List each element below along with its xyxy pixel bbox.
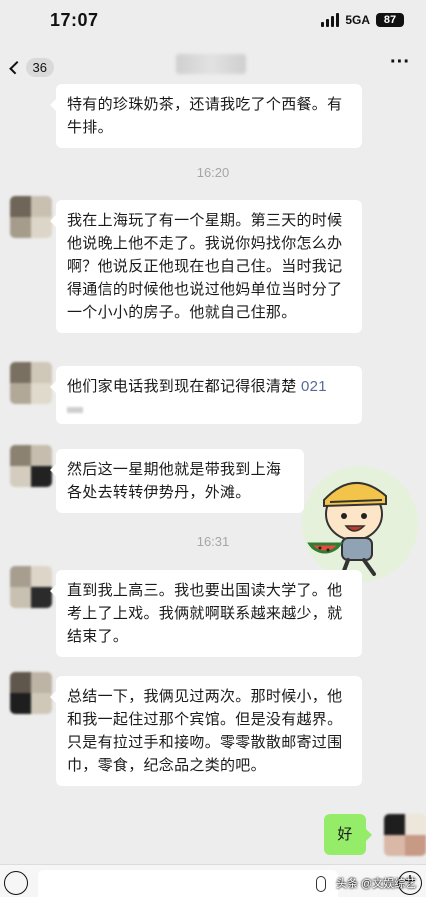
- my-avatar[interactable]: [384, 814, 426, 856]
- redacted-number: [67, 407, 83, 414]
- voice-toggle-icon[interactable]: [4, 871, 28, 895]
- contact-avatar[interactable]: [10, 445, 52, 487]
- microphone-icon[interactable]: [316, 876, 326, 892]
- status-time: 17:07: [50, 9, 99, 30]
- status-icons: 5GA 87: [321, 13, 404, 27]
- message-bubble[interactable]: 特有的珍珠奶茶，还请我吃了个西餐。有牛排。: [50, 84, 362, 148]
- message-bubble[interactable]: 总结一下，我俩见过两次。那时候小，他和我一起住过那个宾馆。但是没有越界。只是有拉…: [50, 676, 362, 786]
- message-bubble[interactable]: 他们家电话我到现在都记得很清楚 021: [50, 366, 362, 424]
- network-label: 5GA: [345, 13, 370, 27]
- chevron-left-icon: [9, 60, 23, 74]
- contact-avatar[interactable]: [10, 566, 52, 608]
- watermark: 头条 @文娱综艺: [336, 878, 417, 890]
- battery-icon: 87: [376, 13, 404, 27]
- back-button[interactable]: 36: [6, 54, 54, 80]
- more-options-button[interactable]: ···: [386, 52, 414, 74]
- message-bubble[interactable]: 我在上海玩了有一个星期。第三天的时候他说晚上他不走了。我说你妈找你怎么办啊？他说…: [50, 200, 362, 333]
- outgoing-message-bubble[interactable]: 好: [324, 814, 372, 855]
- unread-count-badge: 36: [25, 57, 54, 77]
- message-bubble[interactable]: 直到我上高三。我也要出国读大学了。他考上了上戏。我俩就啊联系越来越少，就结束了。: [50, 570, 362, 657]
- chat-title-redacted: [176, 54, 246, 74]
- status-bar: 17:07 5GA 87: [0, 0, 426, 40]
- contact-avatar[interactable]: [10, 362, 52, 404]
- message-list[interactable]: 特有的珍珠奶茶，还请我吃了个西餐。有牛排。 16:20 我在上海玩了有一个星期。…: [0, 84, 426, 864]
- message-timestamp: 16:20: [196, 165, 230, 180]
- contact-avatar[interactable]: [10, 196, 52, 238]
- message-text: 他们家电话我到现在都记得很清楚: [67, 378, 297, 395]
- message-input[interactable]: [38, 870, 338, 897]
- signal-icon: [321, 13, 340, 27]
- running-boy-icon: [302, 466, 418, 582]
- contact-avatar[interactable]: [10, 672, 52, 714]
- message-bubble[interactable]: 然后这一星期他就是带我到上海各处去转转伊势丹，外滩。: [50, 449, 304, 513]
- cartoon-sticker[interactable]: [302, 466, 418, 582]
- phone-number-link[interactable]: 021: [301, 378, 327, 395]
- message-timestamp: 16:31: [196, 534, 230, 549]
